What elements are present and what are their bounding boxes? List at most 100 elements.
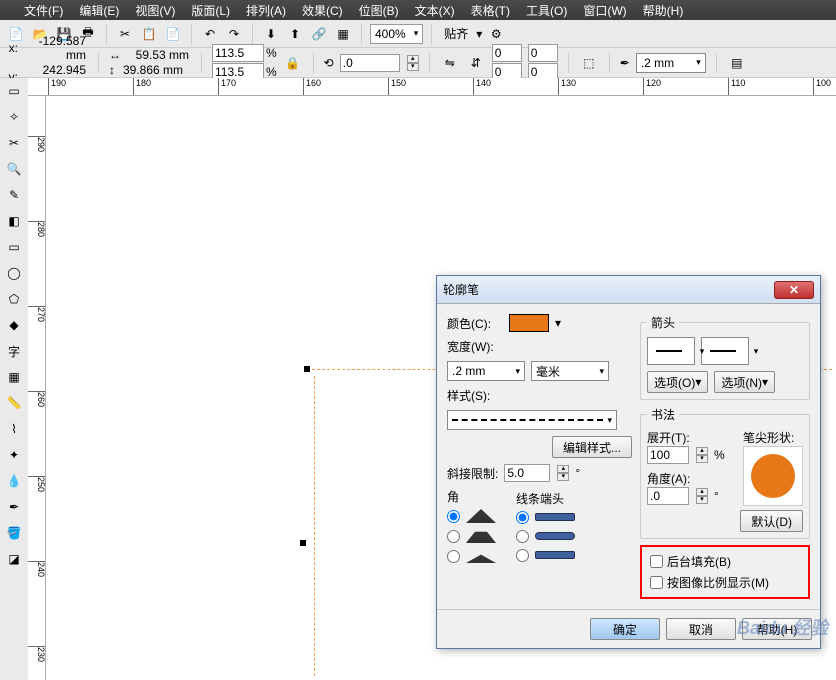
rotation-input[interactable]: .0 [340,54,400,72]
angle-input[interactable]: .0 [647,487,689,505]
text-tool-icon[interactable]: 字 [3,340,25,362]
crop-tool-icon[interactable]: ✂ [3,132,25,154]
corner-miter-radio[interactable] [447,509,496,523]
cancel-button[interactable]: 取消 [666,618,736,640]
width-select[interactable]: .2 mm [447,361,525,381]
cap-flat-radio[interactable] [516,511,575,524]
arrow-end-select[interactable] [701,337,749,365]
export-icon[interactable]: ⬆ [285,24,305,44]
close-icon[interactable]: ✕ [774,281,814,299]
copy-icon[interactable]: 📋 [139,24,159,44]
ruler-horizontal: 190 180 170 160 150 140 130 120 110 100 [28,78,836,96]
smart-fill-icon[interactable]: ◧ [3,210,25,232]
menu-effects[interactable]: 效果(C) [298,0,347,21]
ruler-vertical: 290 280 270 260 250 240 230 [28,96,46,680]
menu-edit[interactable]: 编辑(E) [75,0,123,21]
guide-line [314,376,315,676]
pen-shape-preview [743,446,803,506]
mirror-v-icon[interactable]: ⇵ [466,53,486,73]
selection-handle[interactable] [304,366,310,372]
arrow-options-end[interactable]: 选项(N) ▾ [714,371,775,393]
style-select[interactable] [447,410,617,430]
corner-bevel-radio[interactable] [447,549,496,563]
arrow-options-start[interactable]: 选项(O) ▾ [647,371,708,393]
outline-pen-dialog: 轮廓笔 ✕ 颜色(C): ▾ 宽度(W): .2 mm 毫米 样式(S): 编辑… [436,275,821,649]
interactive-tool-icon[interactable]: ✦ [3,444,25,466]
menu-window[interactable]: 窗口(W) [579,0,630,21]
menu-view[interactable]: 视图(V) [131,0,179,21]
width-value[interactable]: 59.53 mm [123,48,191,62]
menu-tools[interactable]: 工具(O) [522,0,571,21]
eyedropper-icon[interactable]: 💧 [3,470,25,492]
rectangle-tool-icon[interactable]: ▭ [3,236,25,258]
table-tool-icon[interactable]: ▦ [3,366,25,388]
cap-label: 线条端头 [516,490,575,507]
arrow-label: 箭头 [647,314,679,331]
height-value[interactable]: 39.866 mm [117,63,185,77]
app-icon[interactable]: ▦ [333,24,353,44]
angle-label: 角度(A): [647,470,737,487]
connector-tool-icon[interactable]: ⌇ [3,418,25,440]
pick-tool-icon[interactable]: ▭ [3,80,25,102]
x-label: x: [6,41,18,55]
menu-table[interactable]: 表格(T) [467,0,514,21]
mirror-h-icon[interactable]: ⇋ [440,53,460,73]
menu-text[interactable]: 文本(X) [411,0,459,21]
ungroup-icon[interactable]: ⬚ [579,53,599,73]
fill-tool-icon[interactable]: 🪣 [3,522,25,544]
scale-x-input[interactable]: 113.5 [212,44,264,62]
basic-shapes-icon[interactable]: ◆ [3,314,25,336]
scale-checkbox[interactable]: 按图像比例显示(M) [650,574,800,591]
wrap-icon[interactable]: ▤ [727,53,747,73]
rotate-icon: ⟲ [324,56,334,70]
menu-arrange[interactable]: 排列(A) [242,0,290,21]
miter-input[interactable]: 5.0 [504,464,550,482]
dimension-tool-icon[interactable]: 📏 [3,392,25,414]
dialog-titlebar[interactable]: 轮廓笔 ✕ [437,276,820,304]
skew3-input[interactable]: 0 [528,44,558,62]
arrow-start-select[interactable] [647,337,695,365]
stretch-input[interactable]: 100 [647,446,689,464]
redo-icon[interactable]: ↷ [224,24,244,44]
default-button[interactable]: 默认(D) [740,510,803,532]
zoom-tool-icon[interactable]: 🔍 [3,158,25,180]
menu-bitmap[interactable]: 位图(B) [355,0,403,21]
snap-label[interactable]: 贴齐 [440,25,472,42]
outline-tool-icon[interactable]: ✒ [3,496,25,518]
zoom-select[interactable]: 400% [370,24,423,44]
cut-icon[interactable]: ✂ [115,24,135,44]
lock-ratio-icon[interactable]: 🔒 [283,53,303,73]
cap-square-radio[interactable] [516,549,575,562]
cap-round-radio[interactable] [516,530,575,543]
interactive-fill-icon[interactable]: ◪ [3,548,25,570]
menu-help[interactable]: 帮助(H) [639,0,688,21]
options-icon[interactable]: ⚙ [486,24,506,44]
corner-round-radio[interactable] [447,529,496,543]
unit-select[interactable]: 毫米 [531,361,609,381]
width-icon: ↔ [109,48,121,62]
bg-fill-checkbox[interactable]: 后台填充(B) [650,553,800,570]
edit-style-button[interactable]: 编辑样式... [552,436,632,458]
calligraphy-label: 书法 [647,406,679,423]
import-icon[interactable]: ⬇ [261,24,281,44]
toolbox: ▭ ✧ ✂ 🔍 ✎ ◧ ▭ ◯ ⬠ ◆ 字 ▦ 📏 ⌇ ✦ 💧 ✒ 🪣 ◪ [0,78,28,680]
freehand-tool-icon[interactable]: ✎ [3,184,25,206]
paste-icon[interactable]: 📄 [163,24,183,44]
ellipse-tool-icon[interactable]: ◯ [3,262,25,284]
color-label: 颜色(C): [447,315,503,332]
degree-icon: ° [575,466,580,480]
launch-icon[interactable]: 🔗 [309,24,329,44]
help-button[interactable]: 帮助(H) [742,618,812,640]
ok-button[interactable]: 确定 [590,618,660,640]
miter-label: 斜接限制: [447,465,498,482]
outline-width-select[interactable]: .2 mm [636,53,706,73]
menu-file[interactable]: 文件(F) [20,0,67,21]
skew1-input[interactable]: 0 [492,44,522,62]
selection-handle[interactable] [300,540,306,546]
menu-layout[interactable]: 版面(L) [187,0,234,21]
shape-tool-icon[interactable]: ✧ [3,106,25,128]
corner-label: 角 [447,488,496,505]
polygon-tool-icon[interactable]: ⬠ [3,288,25,310]
color-swatch[interactable] [509,314,549,332]
undo-icon[interactable]: ↶ [200,24,220,44]
